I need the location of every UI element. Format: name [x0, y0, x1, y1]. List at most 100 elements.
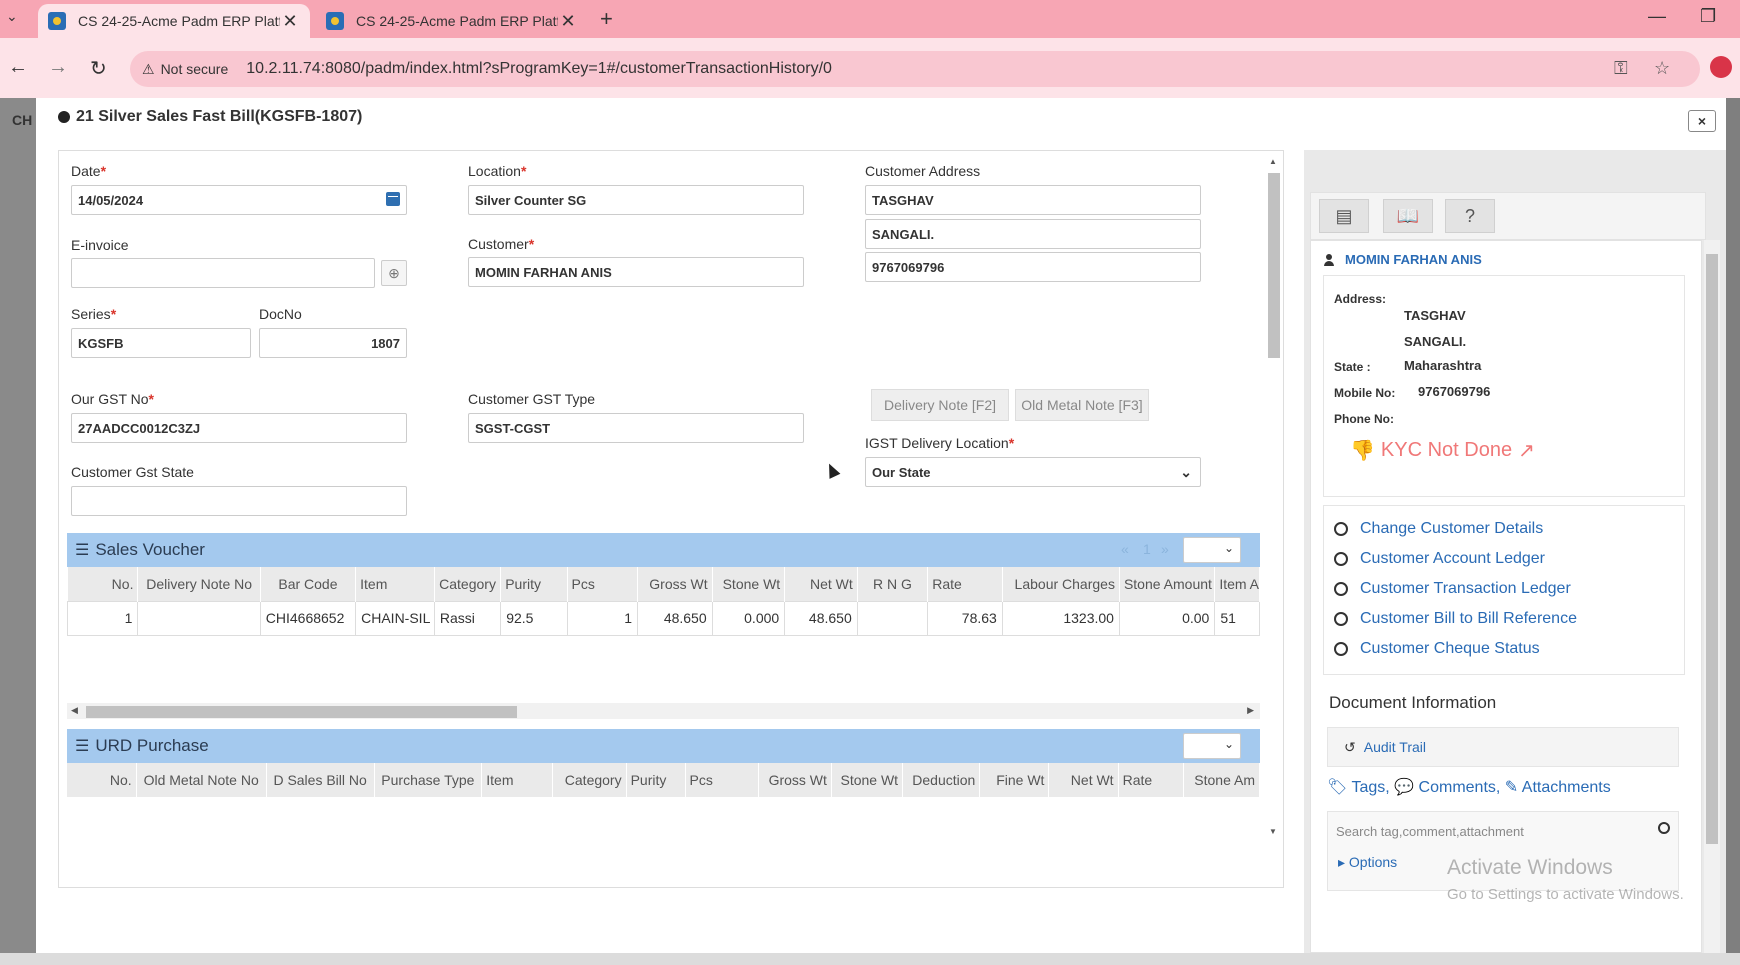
table-cell[interactable]: CHI4668652	[259, 600, 357, 636]
column-header[interactable]: Deduction	[902, 763, 981, 797]
table-cell[interactable]: 48.650	[784, 600, 858, 636]
table-cell[interactable]: 48.650	[637, 600, 713, 636]
urd-purchase-page-size-select[interactable]: ⌄	[1183, 733, 1241, 759]
column-header[interactable]: Item A	[1214, 567, 1260, 601]
table-cell[interactable]: 0.000	[711, 600, 786, 636]
sales-voucher-page-size-select[interactable]: ⌄	[1183, 537, 1241, 563]
security-label[interactable]: Not secure	[161, 61, 229, 77]
pager-last-button[interactable]: »	[1161, 541, 1169, 557]
pager-first-button[interactable]: «	[1121, 541, 1129, 557]
audit-trail-link[interactable]: ↺ Audit Trail	[1327, 727, 1679, 767]
scrollbar-thumb[interactable]	[86, 706, 517, 718]
column-header[interactable]: Item	[355, 567, 435, 601]
change-customer-details-link[interactable]: Change Customer Details	[1334, 520, 1543, 538]
column-header[interactable]: Pcs	[567, 567, 639, 601]
scrollbar-thumb[interactable]	[1268, 173, 1280, 358]
delivery-note-button[interactable]: Delivery Note [F2]	[871, 389, 1009, 421]
old-metal-note-button[interactable]: Old Metal Note [F3]	[1015, 389, 1149, 421]
column-header[interactable]: Net Wt	[784, 567, 858, 601]
einvoice-input[interactable]	[71, 258, 375, 288]
column-header[interactable]: Labour Charges	[1002, 567, 1120, 601]
restore-icon[interactable]: ❐	[1700, 6, 1716, 27]
table-cell[interactable]: 1	[566, 600, 639, 636]
customer-cheque-status-link[interactable]: Customer Cheque Status	[1334, 640, 1540, 658]
table-cell[interactable]: 0.00	[1118, 600, 1216, 636]
help-icon[interactable]: ?	[1445, 199, 1495, 233]
minimize-icon[interactable]: —	[1648, 6, 1666, 27]
table-cell[interactable]: CHAIN-SIL	[355, 600, 435, 636]
column-header[interactable]: Pcs	[685, 763, 759, 797]
scroll-down-icon[interactable]: ▼	[1269, 827, 1277, 836]
reload-icon[interactable]: ↻	[90, 56, 107, 81]
customer-account-ledger-link[interactable]: Customer Account Ledger	[1334, 550, 1545, 568]
column-header[interactable]: Stone Am	[1183, 763, 1261, 797]
scroll-up-icon[interactable]: ▲	[1269, 157, 1277, 166]
column-header[interactable]: D Sales Bill No	[266, 763, 375, 797]
address-line1-input[interactable]: TASGHAV	[865, 185, 1201, 215]
close-button[interactable]: ×	[1688, 110, 1716, 132]
column-header[interactable]: No.	[67, 567, 139, 601]
column-header[interactable]: Delivery Note No	[137, 567, 261, 601]
tag-search-input[interactable]: Search tag,comment,attachment	[1336, 824, 1524, 839]
back-icon[interactable]: ←	[8, 56, 28, 79]
column-header[interactable]: Gross Wt	[758, 763, 832, 797]
column-header[interactable]: Fine Wt	[979, 763, 1050, 797]
column-header[interactable]: Old Metal Note No	[136, 763, 267, 797]
bookmark-star-icon[interactable]: ☆	[1654, 58, 1670, 79]
profile-avatar[interactable]	[1710, 56, 1732, 78]
address-line2-input[interactable]: SANGALI.	[865, 219, 1201, 249]
tab-close-icon[interactable]: ✕	[558, 11, 578, 32]
attachments-link[interactable]: Attachments	[1522, 779, 1611, 796]
calendar-icon[interactable]	[386, 192, 400, 206]
column-header[interactable]: Net Wt	[1048, 763, 1119, 797]
details-list-icon[interactable]: ▤	[1319, 199, 1369, 233]
table-cell[interactable]: 1323.00	[1001, 600, 1120, 636]
options-toggle[interactable]: ▸ Options	[1338, 854, 1397, 871]
customer-bill-to-bill-link[interactable]: Customer Bill to Bill Reference	[1334, 610, 1577, 628]
pager-page-number[interactable]: 1	[1143, 541, 1151, 557]
date-input[interactable]: 14/05/2024	[71, 185, 407, 215]
column-header[interactable]: No.	[67, 763, 137, 797]
column-header[interactable]: Rate	[927, 567, 1003, 601]
table-row[interactable]: 1 CHI4668652 CHAIN-SIL Rassi 92.5 1 48.6…	[66, 600, 1260, 636]
column-header[interactable]: Rate	[1118, 763, 1184, 797]
comments-link[interactable]: Comments,	[1419, 779, 1501, 796]
column-header[interactable]: Bar Code	[260, 567, 357, 601]
einvoice-add-button[interactable]: ⊕	[381, 260, 407, 286]
address-bar[interactable]: ⚠ Not secure 10.2.11.74:8080/padm/index.…	[130, 51, 1700, 87]
customer-gst-type-input[interactable]: SGST-CGST	[468, 413, 804, 443]
side-panel-scrollbar[interactable]	[1704, 240, 1720, 953]
column-header[interactable]: Purchase Type	[374, 763, 483, 797]
tags-link[interactable]: Tags,	[1351, 779, 1389, 796]
column-header[interactable]: R N G	[857, 567, 929, 601]
column-header[interactable]: Purity	[626, 763, 686, 797]
customer-input[interactable]: MOMIN FARHAN ANIS	[468, 257, 804, 287]
table-cell[interactable]: 51	[1214, 600, 1260, 636]
our-gst-input[interactable]: 27AADCC0012C3ZJ	[71, 413, 407, 443]
column-header[interactable]: Category	[434, 567, 502, 601]
table-cell[interactable]: 92.5	[500, 600, 568, 636]
series-input[interactable]: KGSFB	[71, 328, 251, 358]
igst-delivery-location-select[interactable]: Our State ⌄	[865, 457, 1201, 487]
column-header[interactable]: Stone Wt	[712, 567, 786, 601]
tab-close-icon[interactable]: ✕	[280, 11, 300, 32]
password-key-icon[interactable]: ⚿	[1614, 58, 1628, 79]
form-vertical-scrollbar[interactable]: ▲ ▼	[1265, 155, 1281, 840]
address-line3-input[interactable]: 9767069796	[865, 252, 1201, 282]
column-header[interactable]: Stone Amount	[1119, 567, 1216, 601]
column-header[interactable]: Gross Wt	[637, 567, 713, 601]
tab-search-chevron-icon[interactable]: ⌄	[6, 8, 18, 25]
column-header[interactable]: Category	[552, 763, 627, 797]
forward-icon[interactable]: →	[48, 56, 68, 79]
table-cell[interactable]: 78.63	[927, 600, 1003, 636]
column-header[interactable]: Item	[481, 763, 554, 797]
url-text[interactable]: 10.2.11.74:8080/padm/index.html?sProgram…	[246, 60, 832, 78]
column-header[interactable]: Purity	[500, 567, 568, 601]
table-cell[interactable]	[856, 600, 929, 636]
browser-tab-2[interactable]: CS 24-25-Acme Padm ERP Platf ✕	[316, 4, 588, 38]
location-input[interactable]: Silver Counter SG	[468, 185, 804, 215]
customer-gst-state-input[interactable]	[71, 486, 407, 516]
scrollbar-thumb[interactable]	[1706, 254, 1718, 844]
table-cell[interactable]	[137, 600, 261, 636]
browser-tab-1[interactable]: CS 24-25-Acme Padm ERP Platf ✕	[38, 4, 310, 38]
